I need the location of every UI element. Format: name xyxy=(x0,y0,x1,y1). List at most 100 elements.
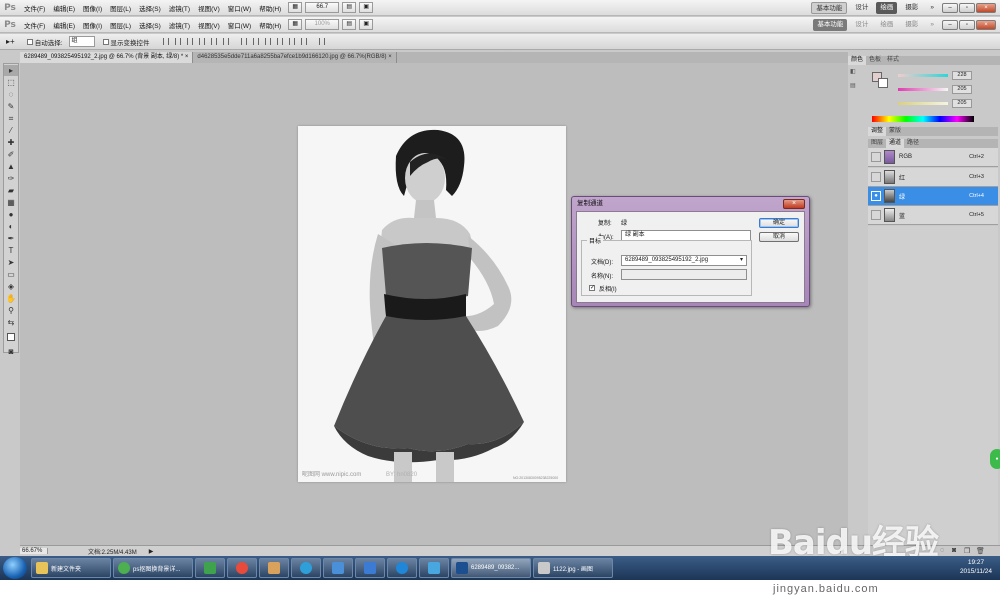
blue-value[interactable]: 205 xyxy=(952,99,972,108)
invert-checkbox[interactable]: ✓ xyxy=(589,285,595,291)
taskbar-item-app-1[interactable] xyxy=(195,558,225,578)
start-button[interactable] xyxy=(3,557,27,579)
channel-row-green[interactable]: ● 绿 Ctrl+4 xyxy=(868,187,998,206)
distribute-vcenter-icon[interactable] xyxy=(252,38,259,45)
shape-tool-icon[interactable]: ▭ xyxy=(4,269,18,280)
align-vcenter-icon[interactable] xyxy=(174,38,181,45)
distribute-hcenter-icon[interactable] xyxy=(288,38,295,45)
taskbar-item-photoshop[interactable]: 6289489_09382... xyxy=(451,558,531,578)
gradient-tool-icon[interactable]: ▦ xyxy=(4,197,18,208)
delete-channel-icon[interactable]: 🗑 xyxy=(976,547,985,555)
taskbar-item-browser[interactable]: ps抠图换背景详... xyxy=(113,558,193,578)
bridge-button-2[interactable]: ▦ xyxy=(288,19,303,30)
workspace-photography-2[interactable]: 摄影 xyxy=(901,19,922,31)
taskbar-item-app-6[interactable] xyxy=(355,558,385,578)
zoom-select[interactable]: 66.7 xyxy=(305,2,340,13)
minimize-button-2[interactable]: – xyxy=(942,20,958,30)
tab-layers[interactable]: 图层 xyxy=(868,139,886,148)
workspace-design-2[interactable]: 设计 xyxy=(851,19,872,31)
menu-window-2[interactable]: 窗口(W) xyxy=(224,20,255,30)
channel-row-blue[interactable]: 蓝 Ctrl+5 xyxy=(868,206,998,225)
menu-select[interactable]: 选择(S) xyxy=(135,3,165,13)
document-select[interactable]: 6289489_093825495192_2.jpg ▾ xyxy=(621,255,747,266)
save-selection-icon[interactable]: ◙ xyxy=(952,547,956,554)
history-brush-tool-icon[interactable]: ✑ xyxy=(4,173,18,184)
distribute-top-icon[interactable] xyxy=(240,38,247,45)
tab-close-icon[interactable]: × xyxy=(185,54,189,60)
marquee-tool-icon[interactable]: ⬚ xyxy=(4,77,18,88)
lasso-tool-icon[interactable]: ◌ xyxy=(4,89,18,100)
panel-collapse-icon[interactable]: ◧ xyxy=(850,68,856,75)
taskbar-item-folder[interactable]: 新建文件夹 xyxy=(31,558,111,578)
tab-document-2[interactable]: d4628535e5dde711a6a8255ba7efce1b9d166120… xyxy=(193,52,397,63)
workspace-essentials-2[interactable]: 基本功能 xyxy=(813,18,848,31)
align-right-icon[interactable] xyxy=(222,38,229,45)
eyedropper-tool-icon[interactable]: ⁄ xyxy=(4,125,18,136)
panel-swatches-icon[interactable]: ▤ xyxy=(850,82,856,89)
menu-layer-2[interactable]: 图层(L) xyxy=(106,20,135,30)
load-selection-icon[interactable]: ◌ xyxy=(940,547,944,554)
tab-paths[interactable]: 路径 xyxy=(904,139,922,148)
menu-image[interactable]: 图像(I) xyxy=(79,3,106,13)
type-tool-icon[interactable]: T xyxy=(4,245,18,256)
zoom-level-field[interactable]: 66.67% xyxy=(20,548,48,554)
align-top-icon[interactable] xyxy=(162,38,169,45)
swap-colors-icon[interactable]: ⇆ xyxy=(4,317,18,328)
status-menu-arrow-icon[interactable]: ▶ xyxy=(149,548,154,555)
channel-row-red[interactable]: 红 Ctrl+3 xyxy=(868,168,998,187)
zoom-select-2[interactable]: 100% xyxy=(305,19,340,30)
hand-tool-icon[interactable]: ✋ xyxy=(4,293,18,304)
workspace-essentials[interactable]: 基本功能 xyxy=(811,1,848,14)
view-extras-button[interactable]: ▤ xyxy=(342,2,357,13)
ok-button[interactable]: 确定 xyxy=(759,218,799,228)
clone-stamp-tool-icon[interactable]: ▲ xyxy=(4,161,18,172)
cancel-button[interactable]: 取消 xyxy=(759,232,799,242)
pen-tool-icon[interactable]: ✒ xyxy=(4,233,18,244)
align-bottom-icon[interactable] xyxy=(186,38,193,45)
tab-adjustments[interactable]: 调整 xyxy=(868,127,887,136)
taskbar-item-app-5[interactable] xyxy=(323,558,353,578)
tab-document-1[interactable]: 6289489_093825495192_2.jpg @ 66.7% (背景 副… xyxy=(20,52,194,63)
visibility-toggle-icon[interactable] xyxy=(871,172,881,182)
color-swatches-icon[interactable] xyxy=(4,329,18,345)
align-left-icon[interactable] xyxy=(198,38,205,45)
eraser-tool-icon[interactable]: ▰ xyxy=(4,185,18,196)
name-input[interactable] xyxy=(621,269,747,280)
menu-file-2[interactable]: 文件(F) xyxy=(20,20,49,30)
distribute-right-icon[interactable] xyxy=(300,38,307,45)
taskbar-item-app-8[interactable] xyxy=(419,558,449,578)
minimize-button[interactable]: – xyxy=(942,3,958,13)
move-tool-icon[interactable]: ▸ xyxy=(4,65,18,76)
arrange-button[interactable]: ▣ xyxy=(359,2,374,13)
red-slider-track[interactable] xyxy=(898,74,948,77)
taskbar-item-app-7[interactable] xyxy=(387,558,417,578)
restore-button[interactable]: ▫ xyxy=(959,3,975,13)
close-window-button-2[interactable]: × xyxy=(976,20,996,30)
channel-row-rgb[interactable]: RGB Ctrl+2 xyxy=(868,148,998,167)
taskbar-item-app-2[interactable] xyxy=(227,558,257,578)
blur-tool-icon[interactable]: ● xyxy=(4,209,18,220)
background-color-swatch[interactable] xyxy=(878,78,888,88)
auto-select-dropdown[interactable]: 组 xyxy=(68,36,95,47)
document-image[interactable]: 昵图网 www.nipic.com BY: hn0820 NO:20130830… xyxy=(298,126,566,482)
tab-channels[interactable]: 通道 xyxy=(886,139,905,148)
menu-help[interactable]: 帮助(H) xyxy=(255,3,285,13)
menu-window[interactable]: 窗口(W) xyxy=(224,3,255,13)
auto-align-icon[interactable] xyxy=(318,38,325,45)
align-hcenter-icon[interactable] xyxy=(210,38,217,45)
system-clock[interactable]: 19:27 2015/11/24 xyxy=(960,558,992,576)
menu-edit-2[interactable]: 编辑(E) xyxy=(49,20,79,30)
workspace-more[interactable]: » xyxy=(926,2,938,14)
workspace-painting[interactable]: 绘画 xyxy=(876,1,898,14)
restore-button-2[interactable]: ▫ xyxy=(959,20,975,30)
workspace-photography[interactable]: 摄影 xyxy=(901,2,922,14)
show-transform-checkbox[interactable] xyxy=(102,38,109,45)
menu-filter[interactable]: 滤镜(T) xyxy=(165,3,194,13)
arrange-button-2[interactable]: ▣ xyxy=(359,19,374,30)
zoom-tool-icon[interactable]: ⚲ xyxy=(4,305,18,316)
menu-filter-2[interactable]: 滤镜(T) xyxy=(165,20,194,30)
green-value[interactable]: 205 xyxy=(952,85,972,94)
brush-tool-icon[interactable]: ✐ xyxy=(4,149,18,160)
3d-tool-icon[interactable]: ◈ xyxy=(4,281,18,292)
menu-select-2[interactable]: 选择(S) xyxy=(135,20,165,30)
